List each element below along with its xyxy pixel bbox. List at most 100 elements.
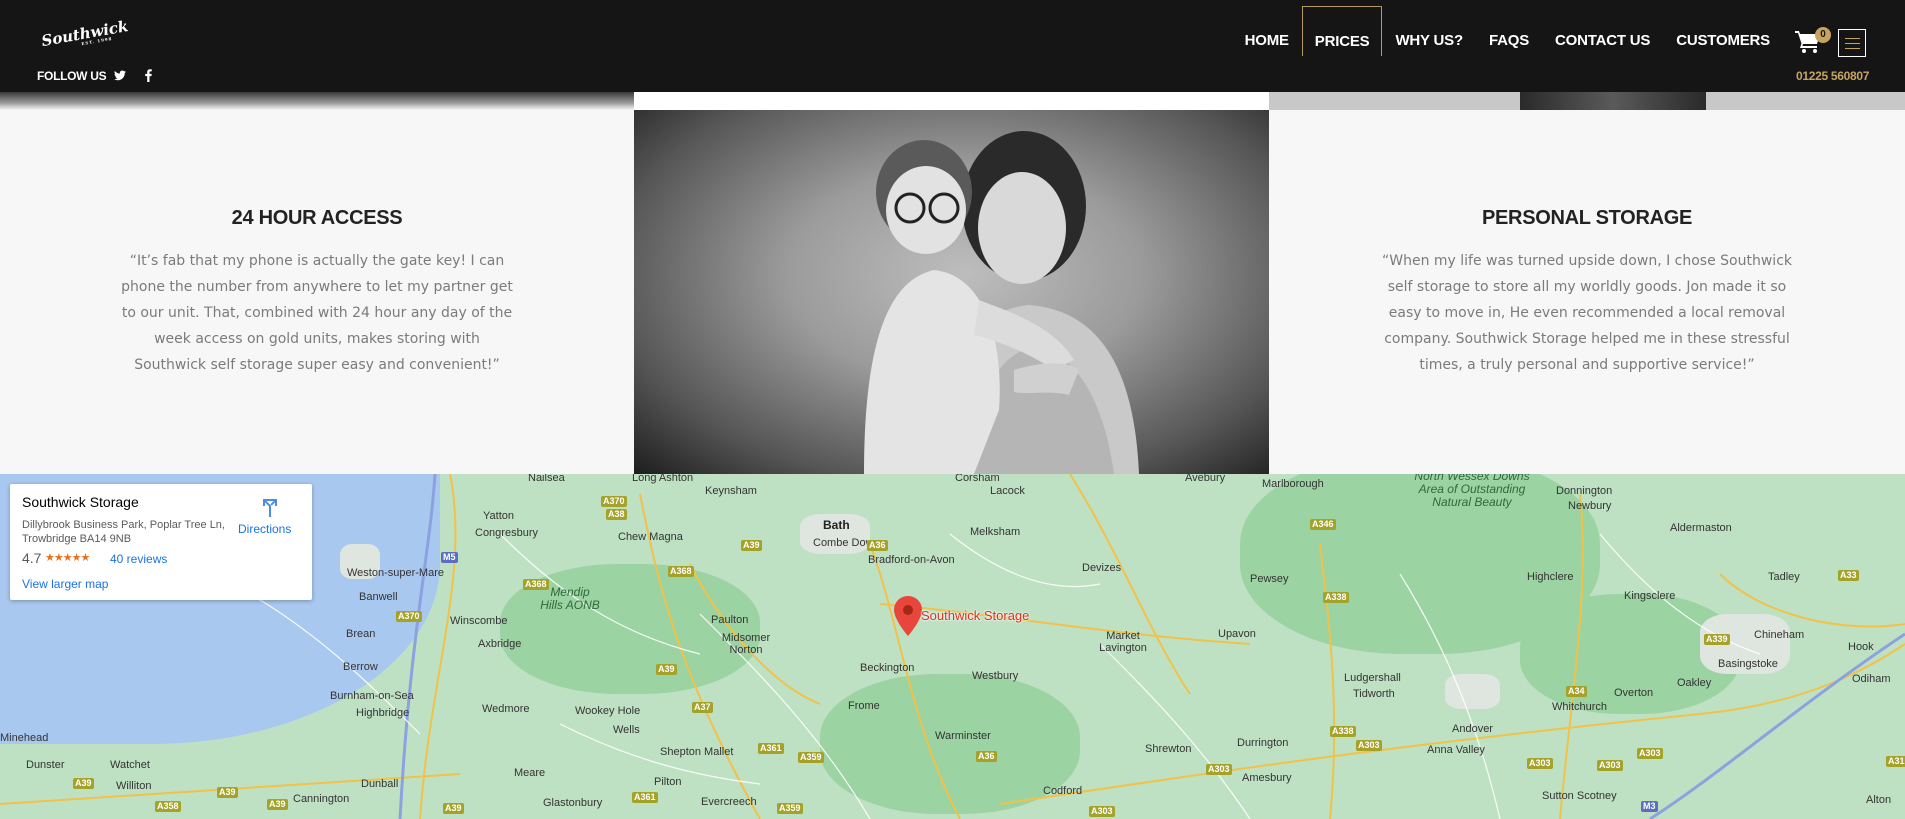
- testimonial-quote: “It’s fab that my phone is actually the …: [121, 253, 513, 373]
- directions-link[interactable]: Directions: [238, 522, 291, 536]
- road-shield: A359: [798, 752, 824, 763]
- place-label: Nailsea: [528, 474, 565, 484]
- site-logo[interactable]: Southwick EST. 1998: [40, 17, 130, 60]
- road-shield: A359: [777, 803, 803, 814]
- map-marker-icon[interactable]: [894, 596, 922, 636]
- place-label: Winscombe: [450, 615, 508, 627]
- place-label: Keynsham: [705, 485, 757, 497]
- place-address: Dillybrook Business Park, Poplar Tree Ln…: [22, 519, 225, 545]
- map-info-card: Southwick Storage Dillybrook Business Pa…: [10, 484, 312, 600]
- nav-home[interactable]: HOME: [1232, 6, 1302, 56]
- facebook-icon[interactable]: [145, 69, 152, 82]
- road-shield: A36: [867, 540, 888, 551]
- twitter-icon[interactable]: [114, 70, 126, 81]
- place-label: Dunball: [361, 778, 399, 790]
- road-shield: A303: [1637, 748, 1663, 759]
- road-shield: A31: [1886, 756, 1905, 767]
- road-shield: A346: [1310, 519, 1336, 530]
- road-shield: A37: [692, 702, 713, 713]
- place-label: Tadley: [1768, 571, 1800, 583]
- place-label: Kingsclere: [1624, 590, 1676, 602]
- nav-why-us[interactable]: WHY US?: [1382, 6, 1476, 56]
- place-label: Meare: [514, 767, 546, 779]
- road-shield: A33: [1838, 570, 1859, 581]
- road-shield: A39: [267, 799, 288, 810]
- road-shield: A358: [155, 801, 181, 812]
- road-shield: M5: [441, 552, 458, 563]
- follow-us-label: FOLLOW US: [37, 69, 107, 83]
- road-shield: A368: [668, 566, 694, 577]
- image-strip-middle: [634, 92, 1269, 110]
- road-shield: A370: [601, 496, 627, 507]
- rating-value: 4.7: [22, 550, 42, 566]
- place-label: Beckington: [860, 662, 915, 674]
- phone-number[interactable]: 01225 560807: [1796, 69, 1869, 83]
- photo-illustration: [864, 131, 1139, 474]
- hamburger-menu-button[interactable]: [1838, 29, 1866, 57]
- place-label: Wells: [613, 724, 640, 736]
- road-shield: A361: [758, 743, 784, 754]
- road-shield: A38: [606, 509, 627, 520]
- road-shield: A39: [656, 664, 677, 675]
- place-label: Shepton Mallet: [660, 746, 734, 758]
- place-label: Burnham-on-Sea: [330, 690, 414, 702]
- place-label: Odiham: [1852, 673, 1891, 685]
- road-shield: A370: [396, 611, 422, 622]
- place-label: Hook: [1848, 641, 1874, 653]
- testimonial-title: 24 HOUR ACCESS: [231, 207, 403, 229]
- nav-contact-us[interactable]: CONTACT US: [1542, 6, 1663, 56]
- place-label: Cannington: [293, 793, 350, 805]
- place-label: Avebury: [1185, 474, 1226, 484]
- place-label: Chew Magna: [618, 531, 683, 543]
- image-strip-left: [0, 92, 634, 110]
- road-shield: A39: [443, 803, 464, 814]
- testimonial-personal-storage: PERSONAL STORAGE “When my life was turne…: [1269, 110, 1905, 474]
- aonb-label: Mendip Hills AONB: [540, 585, 600, 612]
- place-label: Alton: [1866, 794, 1892, 806]
- nav-faqs[interactable]: FAQS: [1476, 6, 1542, 56]
- cart-count-badge: 0: [1815, 27, 1831, 43]
- place-label: Sutton Scotney: [1542, 790, 1617, 802]
- rating-stars: ★★★★★: [45, 552, 90, 564]
- road-shield: A339: [1704, 634, 1730, 645]
- road-shield: A39: [73, 778, 94, 789]
- place-label: Devizes: [1082, 562, 1122, 574]
- place-label: Berrow: [343, 661, 378, 673]
- main-nav: HOME PRICES WHY US? FAQS CONTACT US CUST…: [1232, 6, 1783, 56]
- place-label: Dunster: [26, 759, 65, 771]
- place-label: Bradford-on-Avon: [868, 554, 955, 566]
- road-shield: M3: [1641, 801, 1658, 812]
- nav-customers[interactable]: CUSTOMERS: [1663, 6, 1783, 56]
- place-label: Williton: [116, 780, 152, 792]
- road-shield: A303: [1527, 758, 1553, 769]
- place-label: Congresbury: [475, 527, 538, 539]
- place-label: Westbury: [972, 670, 1019, 682]
- directions-icon[interactable]: [258, 496, 282, 520]
- nav-prices[interactable]: PRICES: [1301, 6, 1383, 56]
- aonb-label: North Wessex Downs Area of Outstanding N…: [1414, 474, 1530, 509]
- road-shield: A36: [976, 751, 997, 762]
- view-larger-map-link[interactable]: View larger map: [22, 577, 108, 591]
- road-shield: A303: [1356, 740, 1382, 751]
- road-shield: A303: [1206, 764, 1232, 775]
- testimonial-quote: “When my life was turned upside down, I …: [1382, 253, 1792, 373]
- place-label: Basingstoke: [1718, 658, 1778, 670]
- road-shield: A303: [1597, 760, 1623, 771]
- reviews-link[interactable]: 40 reviews: [110, 552, 167, 566]
- testimonial-24-hour-access: 24 HOUR ACCESS “It’s fab that my phone i…: [0, 110, 634, 474]
- road-shield: A39: [217, 787, 238, 798]
- road-shield: A39: [741, 540, 762, 551]
- place-label: Corsham: [955, 474, 1000, 484]
- place-label: Melksham: [970, 526, 1021, 538]
- testimonial-title: PERSONAL STORAGE: [1481, 207, 1693, 229]
- place-label: Ludgershall: [1344, 672, 1401, 684]
- place-label: Wedmore: [482, 703, 530, 715]
- place-label: Aldermaston: [1670, 522, 1732, 534]
- site-header: Southwick EST. 1998 FOLLOW US HOME PRICE…: [0, 0, 1905, 92]
- marker-label[interactable]: Southwick Storage: [921, 608, 1029, 623]
- place-label: Amesbury: [1242, 772, 1292, 784]
- place-label: Banwell: [359, 591, 398, 603]
- place-label: Pewsey: [1250, 573, 1289, 585]
- place-label: Long Ashton: [632, 474, 694, 484]
- road-shield: A368: [523, 579, 549, 590]
